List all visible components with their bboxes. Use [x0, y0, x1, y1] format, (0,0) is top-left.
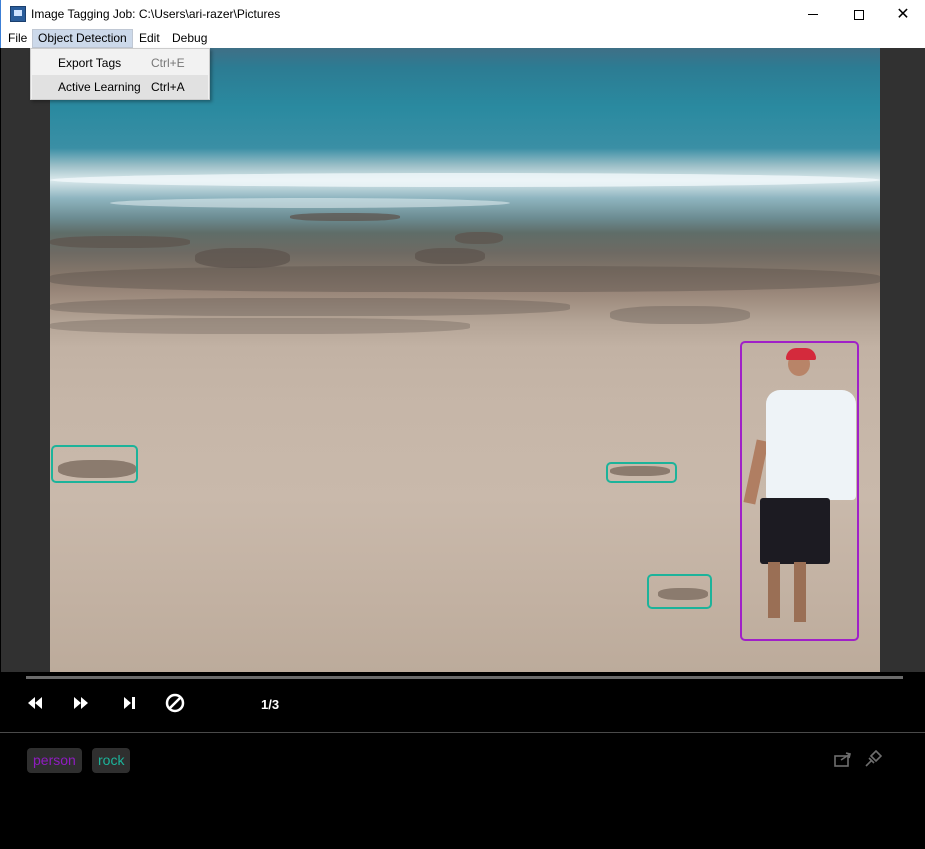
skip-next-button[interactable]: [121, 694, 137, 712]
menu-item-label: Active Learning: [58, 80, 141, 94]
tag-person[interactable]: person: [27, 748, 82, 773]
rock-band: [50, 236, 190, 248]
minimize-button[interactable]: [790, 0, 836, 29]
rock-band: [610, 306, 750, 324]
menu-item-label: Export Tags: [58, 56, 122, 70]
maximize-button[interactable]: [836, 0, 882, 29]
rewind-button[interactable]: [27, 694, 43, 712]
clear-button[interactable]: [165, 693, 185, 713]
menu-item-shortcut: Ctrl+E: [151, 56, 185, 70]
bbox-rock[interactable]: [647, 574, 712, 609]
frame-counter: 1/3: [261, 697, 280, 712]
beach-image[interactable]: [50, 48, 880, 672]
pin-button[interactable]: [863, 749, 883, 769]
bbox-rock[interactable]: [606, 462, 677, 483]
timeline-track[interactable]: [26, 676, 903, 679]
rock-band: [50, 318, 470, 334]
maximize-icon: [854, 9, 864, 20]
title-bar: Image Tagging Job: C:\Users\ari-razer\Pi…: [0, 0, 925, 29]
menu-item-shortcut: Ctrl+A: [151, 80, 185, 94]
menu-edit[interactable]: Edit: [134, 29, 165, 48]
export-icon: [834, 752, 851, 767]
rock-band: [50, 298, 570, 316]
minimize-icon: [808, 14, 818, 15]
rock-band: [455, 232, 503, 244]
rock-band: [415, 248, 485, 264]
pin-icon: [865, 750, 882, 767]
rock-band: [290, 213, 400, 221]
fast-forward-icon: [74, 697, 88, 709]
menu-bar: File Object Detection Edit Debug: [0, 29, 925, 48]
menu-item-export-tags[interactable]: Export Tags Ctrl+E: [32, 51, 208, 75]
bbox-rock[interactable]: [51, 445, 138, 483]
menu-debug[interactable]: Debug: [167, 29, 212, 48]
menu-object-detection[interactable]: Object Detection: [32, 29, 133, 48]
menu-item-active-learning[interactable]: Active Learning Ctrl+A: [32, 75, 208, 99]
window-title: Image Tagging Job: C:\Users\ari-razer\Pi…: [31, 7, 281, 21]
skip-next-icon: [124, 697, 135, 709]
export-tags-button[interactable]: [833, 749, 853, 769]
close-button[interactable]: ✕: [880, 0, 925, 29]
player-controls: 1/3: [0, 672, 925, 732]
bbox-person[interactable]: [740, 341, 859, 641]
rock-band: [195, 248, 290, 268]
fast-forward-button[interactable]: [73, 694, 89, 712]
rewind-icon: [28, 697, 42, 709]
sea-foam: [110, 198, 510, 208]
tag-rock[interactable]: rock: [92, 748, 131, 773]
sea-foam: [50, 173, 880, 187]
clear-icon: [165, 693, 185, 713]
menu-file[interactable]: File: [3, 29, 32, 48]
app-icon: [10, 6, 26, 22]
close-icon: ✕: [896, 5, 910, 23]
rock-band: [50, 266, 880, 292]
main-canvas-area: [1, 48, 925, 672]
tags-panel: person rock: [0, 733, 925, 849]
object-detection-dropdown: Export Tags Ctrl+E Active Learning Ctrl+…: [30, 48, 210, 100]
